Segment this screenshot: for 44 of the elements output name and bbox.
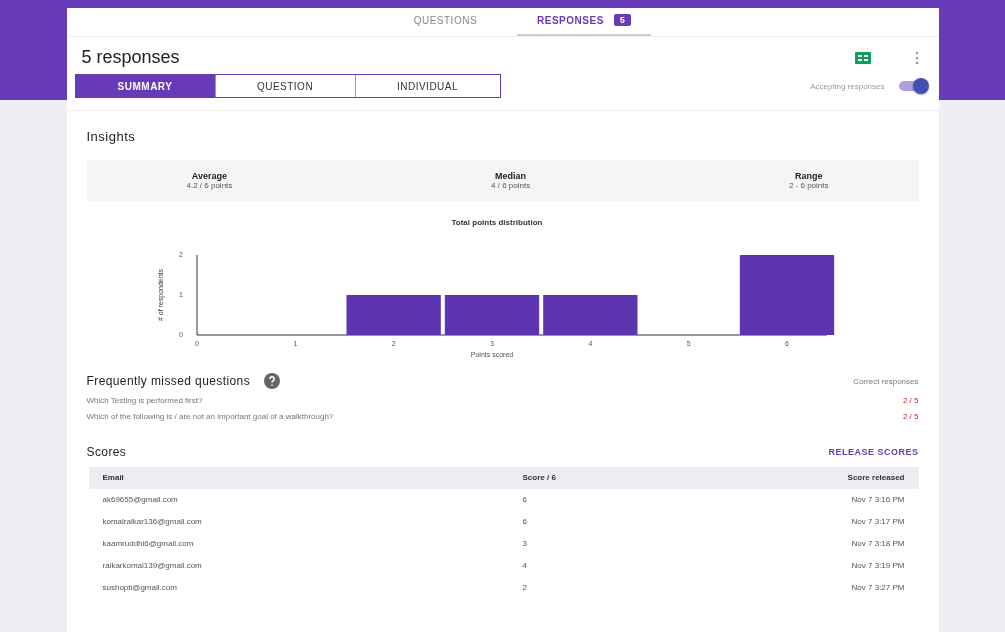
table-cell-text: 4	[522, 561, 528, 571]
table-cell-text: 6	[522, 517, 528, 527]
accepting-label: Accepting responses	[810, 81, 885, 91]
accepting-toggle[interactable]	[898, 81, 927, 91]
table-cell-text: Nov 7 3:18 PM	[850, 539, 905, 549]
stat-value: 4.2 / 6 points	[186, 181, 233, 190]
spreadsheet-icon[interactable]	[854, 51, 871, 64]
stat-label: Average	[191, 171, 227, 181]
column-header: Score / 6	[522, 473, 557, 483]
view-tab[interactable]: SUMMARY	[75, 75, 216, 97]
table-cell-text: Nov 7 3:19 PM	[850, 561, 905, 571]
table-cell-text: Nov 7 3:17 PM	[850, 517, 905, 527]
tab[interactable]: RESPONSES 5	[517, 8, 652, 36]
stat-value: 2 - 6 points	[788, 181, 829, 190]
help-icon[interactable]	[264, 373, 281, 389]
tab[interactable]: QUESTIONS	[393, 8, 498, 36]
section-title: Frequently missed questions	[86, 374, 251, 388]
question-text: Which Testing is performed first?	[86, 396, 203, 405]
column-header: Email	[102, 473, 125, 483]
count-badge: 5	[613, 14, 632, 26]
column-header: Score released	[846, 473, 905, 483]
section-title: Scores	[86, 445, 127, 459]
table-cell-text: kaamruddhi6@gmail.com	[102, 539, 195, 549]
correct-count: 2 / 5	[902, 412, 919, 421]
column-header: Correct responses	[853, 376, 919, 386]
table-cell-text: Nov 7 3:16 PM	[850, 495, 905, 505]
chart-title: Total points distribution	[451, 218, 542, 227]
table-cell-text: 6	[522, 495, 528, 505]
table-cell-text: raikarkomal139@gmail.com	[102, 561, 203, 571]
more-icon[interactable]	[914, 50, 919, 65]
section-title: Insights	[86, 129, 137, 144]
correct-count: 2 / 5	[902, 396, 919, 405]
table-cell-text: 3	[522, 539, 528, 549]
table-cell-text: ak69655@gmail.com	[102, 495, 179, 505]
table-cell-text: 2	[522, 583, 528, 593]
table-cell-text: Nov 7 3:27 PM	[850, 583, 905, 593]
stat-value: 4 / 6 points	[491, 181, 531, 190]
table-cell-text: sushopti@gmail.com	[102, 583, 178, 593]
question-text: Which of the following is / are not an important goal of a walkthrough?	[86, 412, 334, 421]
responses-title: 5 responses	[81, 47, 180, 68]
table-cell-text: komalraikar136@gmail.com	[102, 517, 203, 527]
stat-label: Range	[794, 171, 823, 181]
release-scores-link[interactable]: RELEASE SCORES	[828, 447, 919, 457]
stat-label: Median	[495, 171, 527, 181]
